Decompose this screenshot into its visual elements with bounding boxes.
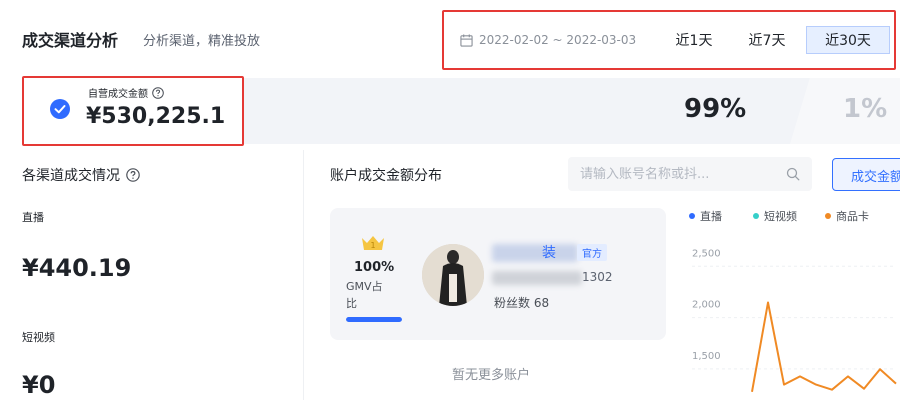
self-operated-value: ¥530,225.1 xyxy=(86,104,226,129)
channel-value-short-video: ¥0 xyxy=(22,371,56,399)
legend-item: 商品卡 xyxy=(836,209,869,223)
legend-item: 直播 xyxy=(700,209,722,223)
avatar-photo xyxy=(422,244,484,306)
column-divider xyxy=(303,150,304,400)
avatar xyxy=(422,244,484,306)
page-title: 成交渠道分析 xyxy=(22,31,119,50)
y-tick-label: 1,500 xyxy=(692,351,721,362)
gmv-percent: 100% xyxy=(354,260,395,275)
tab-last-1-day[interactable]: 近1天 xyxy=(670,26,718,54)
channel-value-live: ¥440.19 xyxy=(22,254,132,282)
channel-label-live: 直播 xyxy=(22,211,44,224)
tab-last-7-days[interactable]: 近7天 xyxy=(740,26,794,54)
self-share-percent: 99% xyxy=(684,94,747,124)
tab-last-30-days[interactable]: 近30天 xyxy=(806,26,890,54)
gmv-share-bar-fill xyxy=(346,317,402,322)
calendar-icon xyxy=(460,33,473,47)
self-operated-label: 自营成交金额 xyxy=(88,89,148,100)
help-icon[interactable] xyxy=(152,86,164,99)
date-filter: 2022-02-02 ~ 2022-03-03 近1天 近7天 近30天 xyxy=(442,10,896,70)
self-operated-card[interactable]: 自营成交金额 ¥530,225.1 xyxy=(22,76,244,146)
no-more-accounts: 暂无更多账户 xyxy=(452,368,531,383)
account-search-box xyxy=(568,157,812,191)
other-share-percent: 1% xyxy=(843,94,888,124)
account-search-input[interactable] xyxy=(580,165,780,183)
y-tick-label: 2,000 xyxy=(692,300,721,311)
svg-text:1: 1 xyxy=(370,241,375,250)
metric-toggle-button[interactable]: 成交金额 xyxy=(832,158,900,191)
y-tick-label: 2,500 xyxy=(692,248,721,259)
legend-dot xyxy=(825,213,831,219)
channels-title: 各渠道成交情况 xyxy=(22,165,140,185)
account-name-redaction xyxy=(492,244,578,262)
search-icon[interactable] xyxy=(786,167,800,181)
date-range-text: 2022-02-02 ~ 2022-03-03 xyxy=(479,33,637,47)
account-name: 装 xyxy=(542,245,556,261)
gmv-label: GMV占比 xyxy=(346,280,383,310)
checked-circle-icon xyxy=(50,99,70,119)
fans-count: 粉丝数 68 xyxy=(494,296,550,310)
trend-line-chart: 直播 短视频 商品卡 2,500 2,000 1,500 xyxy=(689,209,897,392)
account-id: 1302 xyxy=(582,270,613,284)
channel-label-short-video: 短视频 xyxy=(22,331,55,344)
legend-dot xyxy=(753,213,759,219)
help-icon[interactable] xyxy=(126,168,140,182)
legend-dot xyxy=(689,213,695,219)
account-distribution-title: 账户成交金额分布 xyxy=(330,168,442,184)
legend-item: 短视频 xyxy=(764,209,797,223)
crown-icon: 1 xyxy=(362,236,384,250)
series-line-product-card xyxy=(751,301,897,392)
page-subtitle: 分析渠道，精准投放 xyxy=(143,34,261,49)
channels-title-text: 各渠道成交情况 xyxy=(22,168,120,184)
self-operated-label-row: 自营成交金额 xyxy=(88,85,164,100)
gmv-share-bar xyxy=(346,317,402,322)
date-range-picker[interactable]: 2022-02-02 ~ 2022-03-03 xyxy=(460,33,636,47)
official-badge: 官方 xyxy=(577,244,607,261)
account-card[interactable]: 1 100% GMV占比 装 官方 1302 粉丝数 68 xyxy=(330,208,666,340)
account-id-redaction xyxy=(492,271,582,285)
